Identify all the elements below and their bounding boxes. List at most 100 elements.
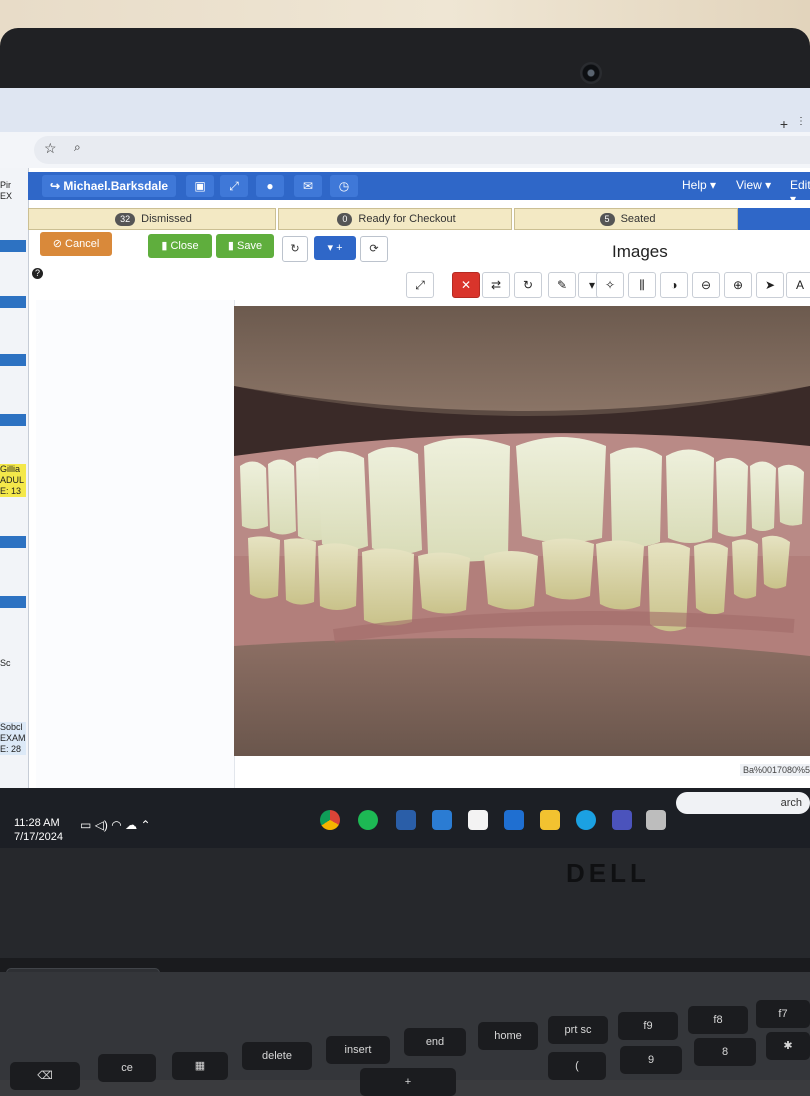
intraoral-photo[interactable] [234, 306, 810, 756]
edge-icon[interactable] [576, 810, 596, 830]
chrome-icon[interactable] [320, 810, 340, 830]
magic-wand-icon[interactable]: ✧ [596, 272, 624, 298]
key-delete[interactable]: delete [242, 1042, 312, 1070]
taskbar-search[interactable]: arch [676, 792, 810, 814]
cloud-icon[interactable]: ☁ [125, 818, 137, 832]
app-window-icon[interactable] [646, 810, 666, 830]
sidebar-card-partial[interactable]: Pir EX [0, 180, 26, 202]
cancel-button[interactable]: ⊘ Cancel [40, 232, 112, 256]
appointment-time: E: 28 [0, 744, 22, 754]
tooth [694, 542, 728, 615]
contrast-icon[interactable]: ◑ [660, 272, 688, 298]
new-tab-icon[interactable]: + [780, 116, 788, 132]
refresh-icon[interactable]: ⟳ [360, 236, 388, 262]
image-list-panel [36, 300, 235, 790]
key-end[interactable]: end [404, 1028, 466, 1056]
tray-expand-icon[interactable]: ⌃ [140, 818, 150, 832]
mail-icon[interactable]: ✉ [294, 175, 322, 197]
swap-icon[interactable]: ⇄ [482, 272, 510, 298]
key-f6[interactable]: ▦ [172, 1052, 228, 1080]
zoom-icon[interactable]: ⌕ [74, 140, 81, 155]
laptop-screen: + ⋮ ☆ ⌕ ☰ Pir EX Gillia ADUL E: 13 Sc So… [0, 88, 810, 848]
sidebar-row [0, 296, 26, 308]
spotify-icon[interactable] [358, 810, 378, 830]
search-text: arch [780, 797, 802, 809]
close-button[interactable]: ▮ Close [148, 234, 212, 258]
key-insert[interactable]: insert [326, 1036, 390, 1064]
key-plus[interactable]: + [360, 1068, 456, 1096]
key-backspace[interactable]: ⌫ [10, 1062, 80, 1090]
status-tab-active[interactable] [738, 208, 810, 230]
tooth [318, 451, 368, 551]
system-tray[interactable]: ▭ ◁) ◠ ☁ ⌃ [80, 818, 151, 832]
upper-lip [234, 306, 810, 411]
key-7[interactable]: ✱ [766, 1032, 810, 1060]
sidebar-appointment-card[interactable]: Gillia ADUL E: 13 [0, 464, 26, 497]
key-f8[interactable]: f8 [688, 1006, 748, 1034]
zoom-out-icon[interactable]: ⊖ [692, 272, 720, 298]
app-icon[interactable] [396, 810, 416, 830]
tooth [750, 461, 776, 531]
delete-icon[interactable]: ✕ [452, 272, 480, 298]
fullscreen-icon[interactable]: ⤢ [220, 175, 248, 197]
help-icon[interactable]: ? [32, 268, 43, 279]
key-9[interactable]: 9 [620, 1046, 682, 1074]
file-explorer-icon[interactable] [540, 810, 560, 830]
store-icon[interactable] [468, 810, 488, 830]
text-icon[interactable]: A [786, 272, 810, 298]
battery-icon[interactable]: ▭ [80, 818, 91, 832]
outlook-icon[interactable] [504, 810, 524, 830]
arrow-icon[interactable]: ➤ [756, 272, 784, 298]
sidebar-card-partial[interactable]: Sc [0, 658, 26, 669]
menu-help[interactable]: Help ▾ [682, 178, 716, 192]
zoom-in-icon[interactable]: ⊕ [724, 272, 752, 298]
status-url: Ba%0017080%5# [740, 764, 810, 776]
volume-icon[interactable]: ◁) [95, 818, 108, 832]
tab-label: Seated [620, 213, 656, 225]
key-prtsc[interactable]: prt sc [548, 1016, 608, 1044]
address-input[interactable] [34, 136, 810, 164]
add-button[interactable]: ▾ + [314, 236, 356, 260]
menu-edit[interactable]: Edit ▾ [790, 178, 810, 206]
tooth [778, 464, 804, 526]
key-home[interactable]: home [478, 1022, 538, 1050]
key-f9[interactable]: f9 [618, 1012, 678, 1040]
patient-name: Gillia [0, 464, 21, 474]
tooth [484, 551, 538, 610]
checkout-count-badge: 0 [337, 213, 353, 226]
tab-ready-for-checkout[interactable]: 0 Ready for Checkout [278, 208, 512, 230]
key-ce[interactable]: ce [98, 1054, 156, 1082]
levels-icon[interactable]: ⫼ [628, 272, 656, 298]
bookmark-star-icon[interactable]: ☆ [44, 140, 57, 157]
wifi-icon[interactable]: ◠ [111, 818, 121, 832]
user-menu-button[interactable]: ↪ Michael.Barksdale [42, 175, 177, 197]
sidebar-appointment-card[interactable]: Sobcl EXAM E: 28 [0, 722, 26, 755]
chat-icon[interactable]: ● [256, 175, 284, 197]
pencil-icon[interactable]: ✎ [548, 272, 576, 298]
browser-menu-icon[interactable]: ⋮ [796, 116, 806, 127]
tab-label: Ready for Checkout [358, 213, 456, 225]
tab-seated[interactable]: 5 Seated [514, 208, 738, 230]
save-button[interactable]: ▮ Save [216, 234, 274, 258]
teams-icon[interactable] [612, 810, 632, 830]
rotate-right-icon[interactable]: ↻ [514, 272, 542, 298]
rotate-icon[interactable]: ↻ [282, 236, 308, 262]
key-paren[interactable]: ( [548, 1052, 606, 1080]
mail-app-icon[interactable] [432, 810, 452, 830]
tooth [596, 540, 644, 610]
sidebar-row [0, 536, 26, 548]
key-f7[interactable]: f7 [756, 1000, 810, 1028]
taskbar-clock[interactable]: 11:28 AM 7/17/2024 [14, 816, 63, 844]
tooth [762, 535, 790, 589]
tab-dismissed[interactable]: 32 Dismissed [28, 208, 276, 230]
tooth [240, 461, 268, 529]
menu-view[interactable]: View ▾ [736, 178, 771, 192]
app-header: ↪ Michael.Barksdale ▣ ⤢ ● ✉ ◷ Help ▾ Vie… [28, 172, 810, 206]
key-8[interactable]: 8 [694, 1038, 756, 1066]
tooth [716, 457, 748, 537]
sidebar-row [0, 354, 26, 366]
lock-icon[interactable]: ▣ [186, 175, 214, 197]
clock-icon[interactable]: ◷ [330, 175, 358, 197]
tooth [368, 447, 422, 555]
expand-icon[interactable]: ⤢ [406, 272, 434, 298]
